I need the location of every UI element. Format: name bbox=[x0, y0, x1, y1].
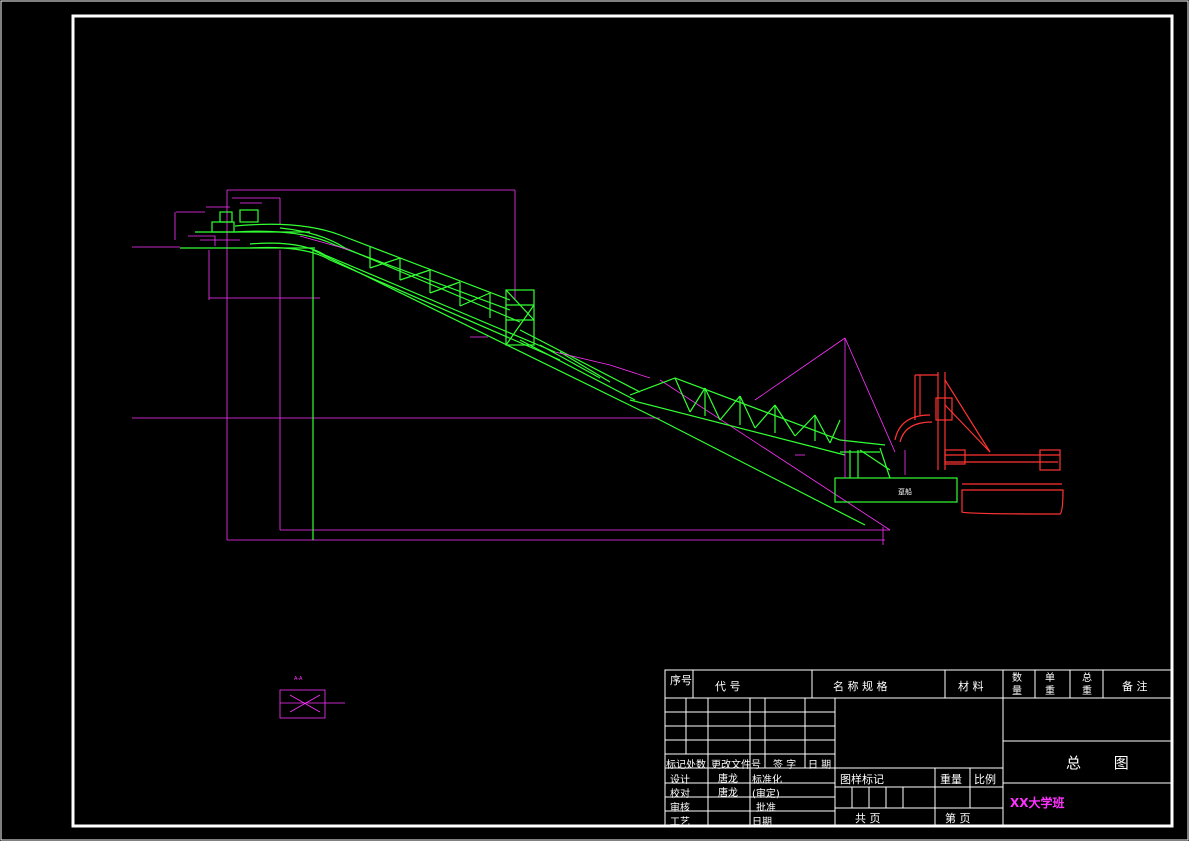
role-check: 校对 bbox=[670, 789, 690, 800]
approval-final: (审定) bbox=[752, 789, 780, 800]
role-design: 设计 bbox=[670, 775, 690, 786]
outer-border bbox=[0, 0, 1189, 841]
header-qty: 数量 bbox=[1012, 673, 1022, 697]
drawing-title: 总 图 bbox=[1066, 754, 1143, 772]
role-process: 工艺 bbox=[670, 817, 690, 828]
header-total-weight: 总重 bbox=[1082, 673, 1092, 697]
scale-label: 比例 bbox=[974, 773, 996, 786]
approval-standardize: 标准化 bbox=[752, 775, 782, 786]
section-label: A-A bbox=[294, 676, 303, 682]
drawing-mark-label: 图样标记 bbox=[840, 773, 884, 786]
header-unit-weight: 单重 bbox=[1045, 673, 1055, 697]
role-review: 审核 bbox=[670, 803, 690, 814]
header-code: 代 号 bbox=[715, 680, 741, 693]
drawing-frame bbox=[71, 14, 1174, 828]
sheet-number: 第 页 bbox=[945, 812, 971, 825]
header-seq: 序号 bbox=[670, 674, 692, 687]
rev-change-doc: 更改文件号 bbox=[711, 760, 761, 771]
approval-approve: 批准 bbox=[756, 803, 776, 814]
conveyor-structure bbox=[180, 209, 958, 540]
rev-sign: 签 字 bbox=[773, 760, 797, 771]
rev-mark-count: 标记处数 bbox=[666, 760, 706, 771]
rev-date: 日 期 bbox=[808, 760, 832, 771]
header-name-spec: 名 称 规 格 bbox=[833, 680, 888, 693]
drawing-canvas bbox=[0, 0, 1189, 841]
check-signature: 唐龙 bbox=[718, 788, 738, 799]
header-material: 材 料 bbox=[958, 680, 984, 693]
crane-structure bbox=[894, 372, 1064, 515]
approval-date: 日期 bbox=[752, 817, 772, 828]
boat-label: 趸船 bbox=[898, 488, 912, 496]
total-sheets: 共 页 bbox=[855, 812, 881, 825]
stay-cables bbox=[188, 235, 896, 478]
dimension-lines bbox=[132, 189, 906, 545]
section-detail bbox=[279, 689, 345, 719]
title-block-grid bbox=[664, 669, 1173, 826]
design-signature: 唐龙 bbox=[718, 774, 738, 785]
school-name: XX大学班 bbox=[1010, 796, 1065, 810]
header-remark: 备 注 bbox=[1122, 680, 1148, 693]
weight-label: 重量 bbox=[940, 773, 962, 786]
